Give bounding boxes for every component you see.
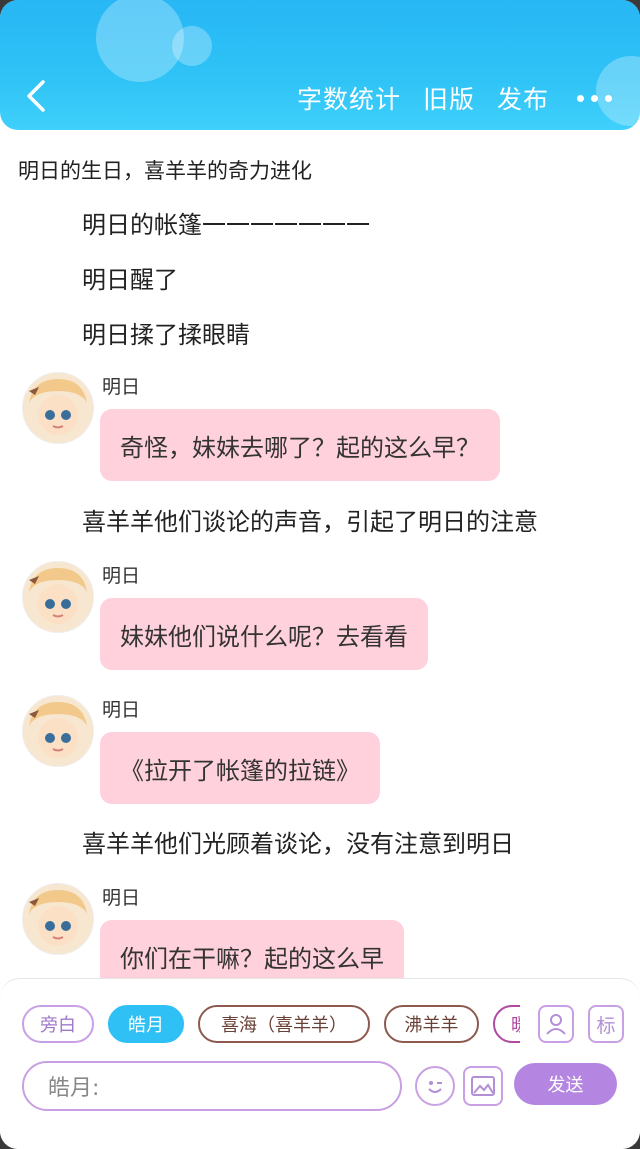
chip-haoyue[interactable]: 皓月: [108, 1005, 184, 1043]
message-input[interactable]: 皓月:: [22, 1061, 402, 1111]
send-button[interactable]: 发送: [514, 1063, 617, 1105]
chip-feiyangyang[interactable]: 沸羊羊: [384, 1005, 479, 1043]
top-bar: 字数统计 旧版 发布: [0, 0, 640, 130]
character-avatar-icon: [23, 884, 93, 954]
smile-icon: [428, 1081, 442, 1093]
word-count-button[interactable]: 字数统计: [297, 80, 401, 116]
narration-line[interactable]: 喜羊羊他们谈论的声音，引起了明日的注意: [82, 502, 538, 537]
story-title: 明日的生日，喜羊羊的奇力进化: [18, 159, 312, 183]
speaker-name: 明日: [102, 376, 141, 398]
old-version-button[interactable]: 旧版: [423, 80, 475, 116]
story-content[interactable]: 明日的生日，喜羊羊的奇力进化 明日的帐篷一一一一一一一 明日醒了 明日揉了揉眼睛…: [0, 130, 640, 978]
speaker-name: 明日: [102, 565, 141, 587]
chip-partial[interactable]: 暖: [493, 1005, 520, 1043]
character-avatar-icon: [23, 373, 93, 443]
person-glyph-icon: [546, 1014, 566, 1035]
mark-icon[interactable]: 标: [588, 1005, 624, 1043]
decor-bubble: [96, 0, 184, 82]
composer-panel: 旁白 皓月 喜海（喜羊羊） 沸羊羊 暖 标 皓月:: [0, 978, 640, 1149]
speech-bubble[interactable]: 你们在干嘛？起的这么早: [100, 920, 404, 978]
chip-xihai[interactable]: 喜海（喜羊羊）: [198, 1005, 370, 1043]
more-icon[interactable]: [577, 94, 612, 102]
narration-line[interactable]: 明日醒了: [82, 260, 178, 295]
character-avatar-icon: [23, 696, 93, 766]
speech-bubble[interactable]: 《拉开了帐篷的拉链》: [100, 732, 380, 804]
avatar[interactable]: [22, 883, 94, 955]
avatar[interactable]: [22, 372, 94, 444]
chip-narrator[interactable]: 旁白: [22, 1005, 94, 1043]
speaker-name: 明日: [102, 887, 141, 909]
picture-icon: [471, 1076, 495, 1096]
character-chip-row[interactable]: 旁白 皓月 喜海（喜羊羊） 沸羊羊 暖: [22, 1005, 520, 1047]
narration-line[interactable]: 喜羊羊他们光顾着谈论，没有注意到明日: [82, 824, 514, 859]
back-button[interactable]: [18, 74, 54, 118]
speech-bubble[interactable]: 妹妹他们说什么呢？去看看: [100, 598, 428, 670]
decor-bubble: [172, 26, 212, 66]
image-icon[interactable]: [463, 1066, 503, 1106]
app-frame: 字数统计 旧版 发布 明日的生日，喜羊羊的奇力进化 明日的帐篷一一一一一一一 明…: [0, 0, 640, 1149]
speech-bubble[interactable]: 奇怪，妹妹去哪了？起的这么早？: [100, 409, 500, 481]
chevron-left-icon: [27, 80, 45, 112]
narration-line[interactable]: 明日揉了揉眼睛: [82, 315, 250, 350]
publish-button[interactable]: 发布: [497, 80, 549, 116]
header-actions: 字数统计 旧版 发布: [297, 80, 612, 116]
person-icon[interactable]: [538, 1005, 574, 1043]
emoji-icon[interactable]: [415, 1066, 455, 1106]
avatar[interactable]: [22, 561, 94, 633]
narration-line[interactable]: 明日的帐篷一一一一一一一: [82, 205, 370, 240]
character-avatar-icon: [23, 562, 93, 632]
avatar[interactable]: [22, 695, 94, 767]
speaker-name: 明日: [102, 699, 141, 721]
